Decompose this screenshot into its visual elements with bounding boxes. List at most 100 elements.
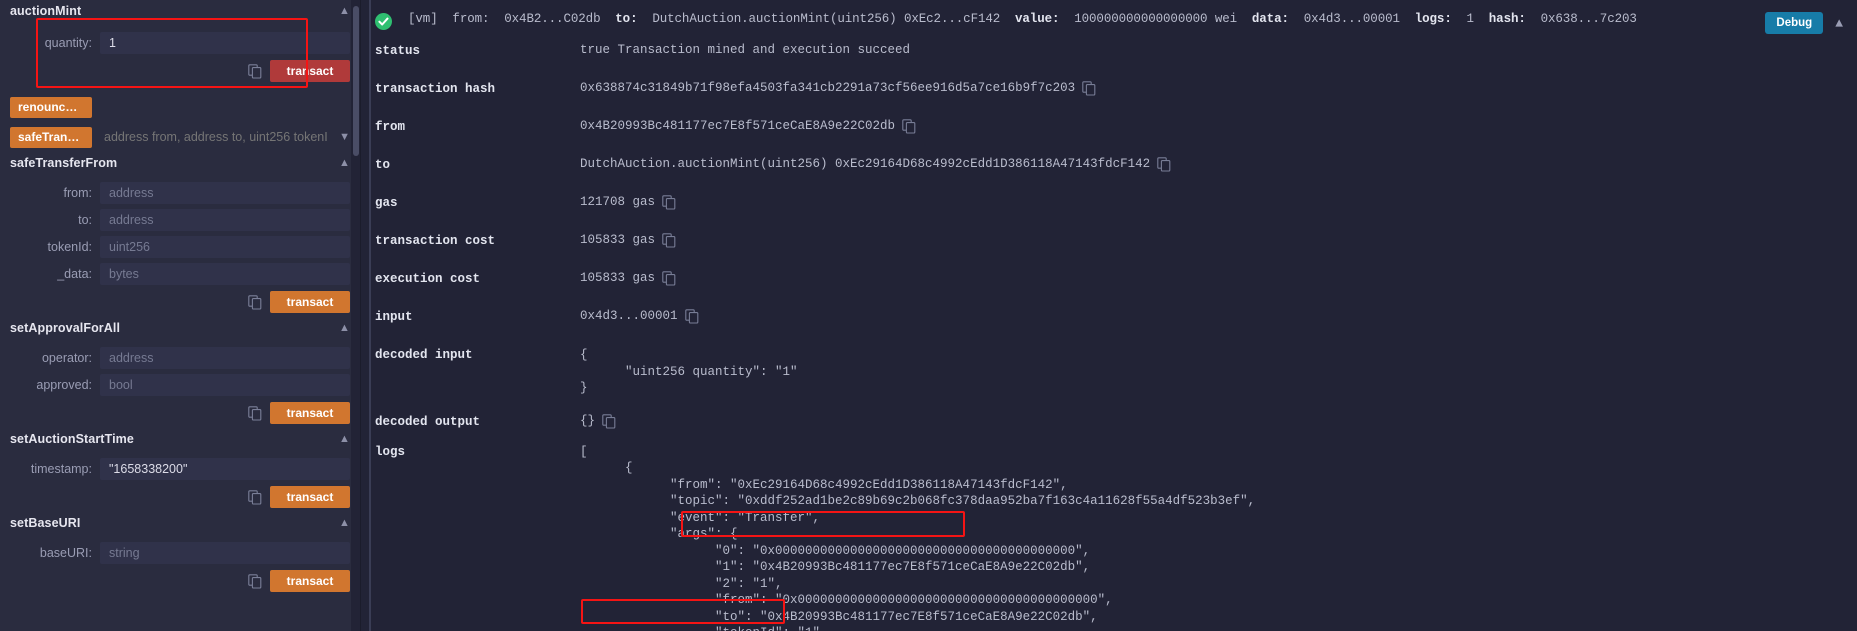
data-bytes-input[interactable] — [100, 262, 350, 285]
copy-icon[interactable] — [902, 119, 916, 134]
row-value-transaction-cost: 105833 gas — [580, 233, 676, 248]
chevron-down-icon[interactable]: ▼ — [339, 131, 350, 143]
row-key-transaction-cost: transaction cost — [375, 234, 496, 248]
field-row-baseuri: baseURI: — [0, 539, 360, 566]
field-row-tokenid: tokenId: — [0, 233, 360, 260]
operator-address-input[interactable] — [100, 346, 350, 369]
copy-icon[interactable] — [248, 489, 262, 505]
field-row-data: _data: — [0, 260, 360, 287]
chevron-up-icon[interactable]: ▲ — [339, 517, 350, 529]
function-header-setapprovalforall[interactable]: setApprovalForAll ▲ — [0, 317, 360, 339]
table-row: status true Transaction mined and execut… — [375, 43, 1857, 65]
sidebar-scrollbar-track[interactable] — [351, 0, 360, 631]
safe-transfer-from-args-input[interactable] — [102, 126, 330, 148]
contract-interaction-sidebar[interactable]: auctionMint ▲ quantity: transact ren — [0, 0, 360, 631]
summary-value-amount: 100000000000000000 wei — [1074, 12, 1238, 26]
call-row-renounceownership: renounceOw... — [0, 92, 360, 122]
approved-bool-input[interactable] — [100, 373, 350, 396]
transact-button-setapprovalforall[interactable]: transact — [270, 402, 350, 424]
copy-icon[interactable] — [602, 413, 616, 429]
table-row: transaction cost 105833 gas — [375, 233, 1857, 255]
baseuri-input[interactable] — [100, 541, 350, 564]
transact-button-safetransferfrom[interactable]: transact — [270, 291, 350, 313]
function-name-label: setBaseURI — [10, 516, 81, 530]
row-key-decoded-output: decoded output — [375, 414, 481, 429]
row-value-decoded-input: { "uint256 quantity": "1" } — [580, 347, 798, 397]
safe-transfer-from-button[interactable]: safeTransferF... — [10, 126, 92, 148]
function-header-setauctionstarttime[interactable]: setAuctionStartTime ▲ — [0, 428, 360, 450]
call-row-safetransferfrom: safeTransferF... ▼ — [0, 122, 360, 152]
row-value-decoded-output: {} — [580, 414, 616, 429]
row-value-status: true Transaction mined and execution suc… — [580, 43, 911, 57]
function-header-auctionmint[interactable]: auctionMint ▲ — [0, 0, 360, 22]
row-key-to: to — [375, 158, 391, 172]
function-header-safetransferfrom[interactable]: safeTransferFrom ▲ — [0, 152, 360, 174]
row-key-execution-cost: execution cost — [375, 272, 481, 286]
summary-hash-label: hash: — [1488, 12, 1526, 26]
transaction-summary-header[interactable]: [vm] from: 0x4B2...C02db to: DutchAuctio… — [361, 0, 1857, 34]
copy-icon[interactable] — [662, 233, 676, 248]
table-row: execution cost 105833 gas — [375, 271, 1857, 293]
transaction-detail-rows: status true Transaction mined and execut… — [361, 34, 1857, 631]
row-key-input: input — [375, 310, 413, 324]
row-value-execution-cost: 105833 gas — [580, 271, 676, 286]
header-actions: Debug ▲ — [1765, 12, 1843, 34]
row-key-from: from — [375, 120, 406, 134]
summary-data-label: data: — [1251, 12, 1289, 26]
table-row: decoded output {} — [375, 414, 1857, 436]
function-name-label: auctionMint — [10, 4, 82, 18]
copy-icon[interactable] — [684, 309, 699, 324]
field-label-operator: operator: — [41, 350, 92, 365]
row-value-logs: [ { "from": "0xEc29164D68c4992cEdd1D3861… — [580, 444, 1255, 631]
field-label-to: to: — [78, 212, 92, 227]
from-address-input[interactable] — [100, 181, 350, 204]
terminal-panel[interactable]: [vm] from: 0x4B2...C02db to: DutchAuctio… — [360, 0, 1857, 631]
logs-json: [ { "from": "0xEc29164D68c4992cEdd1D3861… — [580, 444, 1256, 631]
to-address-input[interactable] — [100, 208, 350, 231]
vm-tag: [vm] — [408, 12, 438, 26]
row-value-from: 0x4B20993Bc481177ec7E8f571ceCaE8A9e22C02… — [580, 119, 916, 134]
table-row: to DutchAuction.auctionMint(uint256) 0xE… — [375, 157, 1857, 179]
quantity-input[interactable] — [100, 31, 350, 54]
copy-icon[interactable] — [248, 63, 262, 79]
field-row-to: to: — [0, 206, 360, 233]
field-label-from: from: — [63, 185, 92, 200]
copy-icon[interactable] — [662, 271, 676, 286]
chevron-up-icon[interactable]: ▲ — [339, 433, 350, 445]
summary-data-value: 0x4d3...00001 — [1303, 12, 1400, 26]
transact-button-auctionmint[interactable]: transact — [270, 60, 350, 82]
copy-icon[interactable] — [248, 405, 262, 421]
row-key-gas: gas — [375, 196, 398, 210]
chevron-up-icon[interactable]: ▲ — [339, 322, 350, 334]
table-row: logs [ { "from": "0xEc29164D68c4992cEdd1… — [375, 444, 1857, 631]
sidebar-scrollbar-thumb[interactable] — [353, 6, 359, 156]
success-check-icon — [375, 13, 392, 30]
transact-button-setbaseuri[interactable]: transact — [270, 570, 350, 592]
copy-icon[interactable] — [662, 195, 676, 210]
sidebar-scroll-area[interactable]: auctionMint ▲ quantity: transact ren — [0, 0, 360, 631]
copy-icon[interactable] — [1082, 81, 1096, 96]
function-header-setbaseuri[interactable]: setBaseURI ▲ — [0, 512, 360, 534]
copy-icon[interactable] — [248, 294, 262, 310]
copy-icon[interactable] — [1157, 157, 1171, 172]
tokenid-input[interactable] — [100, 235, 350, 258]
debug-button[interactable]: Debug — [1765, 12, 1824, 34]
summary-to-label: to: — [615, 12, 638, 26]
table-row: input 0x4d3...00001 — [375, 309, 1857, 331]
renounce-ownership-button[interactable]: renounceOw... — [10, 96, 92, 118]
timestamp-input[interactable] — [100, 457, 350, 480]
transact-button-setauctionstarttime[interactable]: transact — [270, 486, 350, 508]
row-key-status: status — [375, 44, 421, 58]
table-row: transaction hash 0x638874c31849b71f98efa… — [375, 81, 1857, 103]
chevron-up-icon[interactable]: ▲ — [1835, 16, 1843, 31]
chevron-up-icon[interactable]: ▲ — [339, 5, 350, 17]
field-label-approved: approved: — [36, 377, 92, 392]
function-name-label: setAuctionStartTime — [10, 432, 134, 446]
function-name-label: safeTransferFrom — [10, 156, 118, 170]
chevron-up-icon[interactable]: ▲ — [339, 157, 350, 169]
copy-icon[interactable] — [248, 573, 262, 589]
row-key-logs: logs — [375, 444, 406, 459]
field-row-from: from: — [0, 179, 360, 206]
field-row-approved: approved: — [0, 371, 360, 398]
setbaseuri-action-row: transact — [0, 566, 360, 596]
